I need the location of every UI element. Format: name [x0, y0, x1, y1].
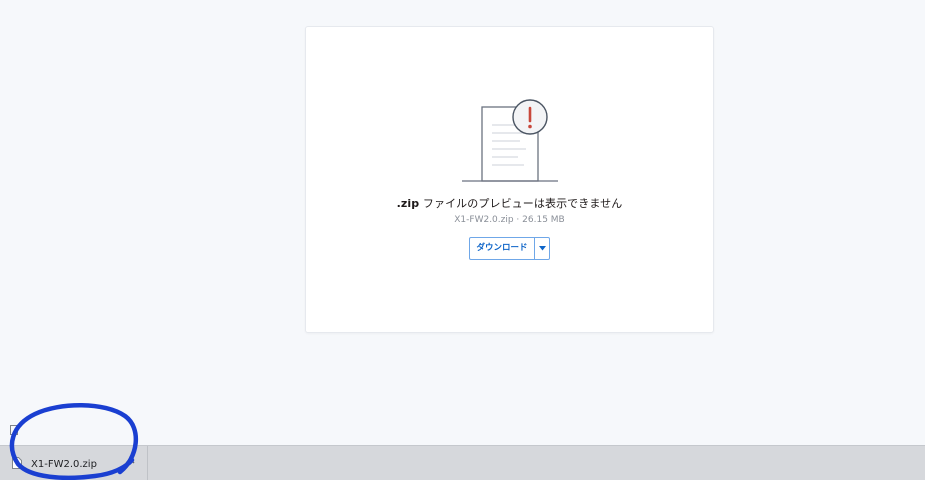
chevron-up-icon[interactable] [124, 456, 136, 466]
preview-card: .zip ファイルのプレビューは表示できません X1-FW2.0.zip · 2… [305, 26, 714, 333]
file-extension: .zip [396, 197, 420, 210]
page: .zip ファイルのプレビューは表示できません X1-FW2.0.zip · 2… [0, 0, 925, 480]
download-button-group: ダウンロード [469, 237, 550, 260]
file-warning-icon [462, 99, 558, 182]
preview-unavailable-title: .zip ファイルのプレビューは表示できません [306, 195, 713, 211]
caret-down-icon [538, 246, 546, 251]
download-item[interactable]: X1-FW2.0.zip [0, 446, 148, 480]
download-bar: X1-FW2.0.zip [0, 445, 925, 480]
side-glyph [10, 425, 18, 438]
download-button[interactable]: ダウンロード [470, 238, 535, 259]
download-menu-button[interactable] [535, 238, 549, 259]
file-icon [12, 457, 22, 469]
download-file-name: X1-FW2.0.zip [31, 459, 97, 470]
document-icon [10, 425, 18, 435]
file-meta: X1-FW2.0.zip · 26.15 MB [454, 215, 565, 225]
title-text: ファイルのプレビューは表示できません [419, 197, 623, 210]
